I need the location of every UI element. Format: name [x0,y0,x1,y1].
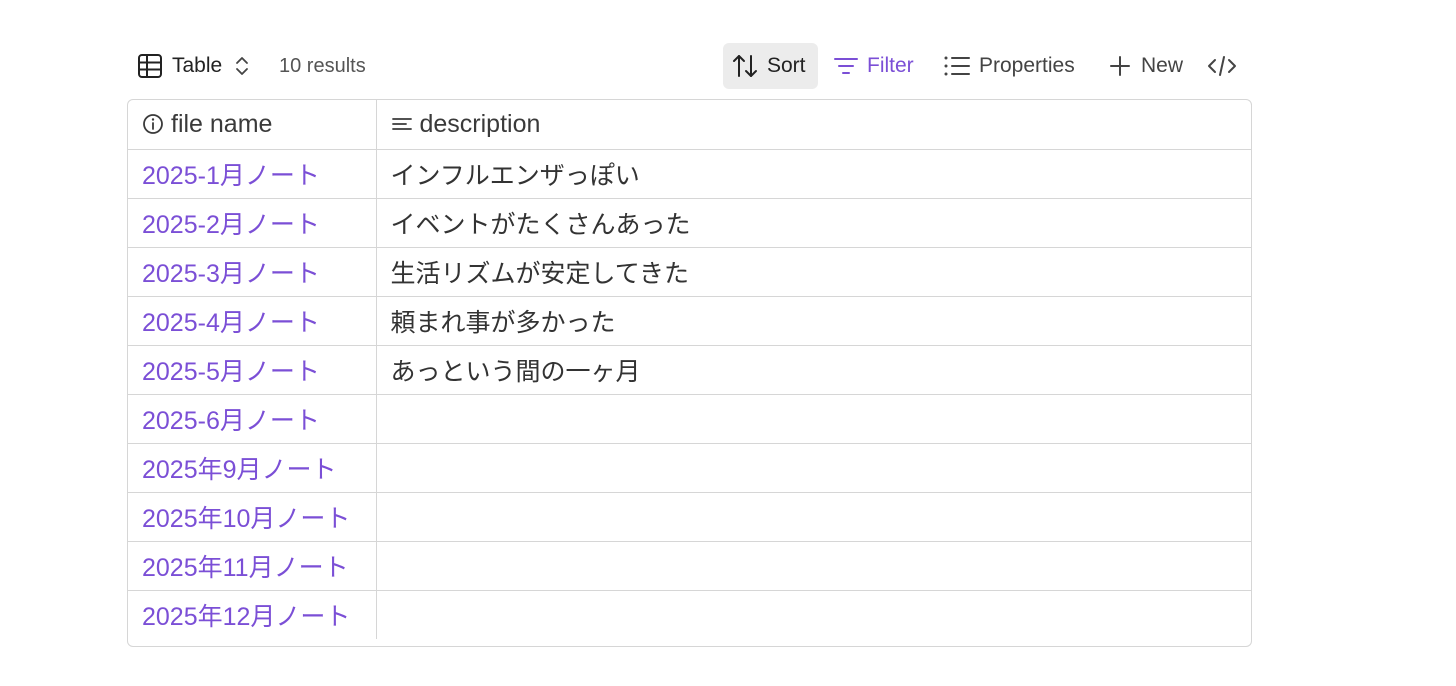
sort-label: Sort [767,54,806,77]
file-name-link[interactable]: 2025-5月ノート [128,345,377,395]
description-cell[interactable]: インフルエンザっぽい [376,149,1251,199]
table-row: 2025-1月ノート インフルエンザっぽい [128,149,1251,199]
filter-button[interactable]: Filter [833,43,914,89]
toolbar: Table 10 results Sort Filter Properties … [127,43,1252,89]
description-cell[interactable] [376,492,1251,542]
table-row: 2025年11月ノート [128,541,1251,591]
list-icon [943,53,971,79]
description-cell[interactable] [376,541,1251,591]
chevron-up-down-icon[interactable] [233,54,251,78]
description-cell[interactable] [376,443,1251,493]
results-table: file name description 2025-1月ノート インフルエンザ… [127,99,1252,647]
results-count: 10 results [279,54,366,77]
table-grid-icon [137,53,163,79]
file-name-link[interactable]: 2025-1月ノート [128,149,377,199]
table-row: 2025年9月ノート [128,443,1251,493]
description-cell[interactable]: イベントがたくさんあった [376,198,1251,248]
table-row: 2025-2月ノート イベントがたくさんあった [128,198,1251,248]
filter-lines-icon [833,53,859,79]
plus-icon [1108,54,1132,78]
description-cell[interactable]: 生活リズムが安定してきた [376,247,1251,297]
table-row: 2025年10月ノート [128,492,1251,542]
text-lines-icon [391,113,413,135]
new-label: New [1141,54,1184,77]
description-cell[interactable]: 頼まれ事が多かった [376,296,1251,346]
filter-label: Filter [867,54,914,77]
view-label: Table [172,54,223,77]
table-row: 2025-5月ノート あっという間の一ヶ月 [128,345,1251,395]
file-name-link[interactable]: 2025年11月ノート [128,541,377,591]
table-row: 2025-4月ノート 頼まれ事が多かった [128,296,1251,346]
file-name-link[interactable]: 2025-2月ノート [128,198,377,248]
embed-code-button[interactable] [1207,43,1237,89]
description-cell[interactable] [376,590,1251,639]
new-button[interactable]: New [1108,43,1183,89]
code-icon [1207,54,1237,78]
properties-button[interactable]: Properties [943,43,1075,89]
description-cell[interactable]: あっという間の一ヶ月 [376,345,1251,395]
properties-label: Properties [979,54,1075,77]
file-name-link[interactable]: 2025年12月ノート [128,590,377,639]
column-header-description[interactable]: description [376,100,1251,150]
table-row: 2025-6月ノート [128,394,1251,444]
table-header-row: file name description [128,100,1251,150]
file-name-link[interactable]: 2025年10月ノート [128,492,377,542]
column-header-label: file name [171,109,273,138]
file-name-link[interactable]: 2025年9月ノート [128,443,377,493]
sort-button[interactable]: Sort [723,43,818,89]
file-name-link[interactable]: 2025-4月ノート [128,296,377,346]
info-circle-icon [142,113,164,135]
file-name-link[interactable]: 2025-3月ノート [128,247,377,297]
column-header-label: description [419,109,541,138]
table-row: 2025年12月ノート [128,590,1251,639]
table-row: 2025-3月ノート 生活リズムが安定してきた [128,247,1251,297]
view-switcher[interactable]: Table [137,43,251,89]
sort-arrows-icon [731,52,759,80]
description-cell[interactable] [376,394,1251,444]
column-header-file-name[interactable]: file name [128,100,377,150]
file-name-link[interactable]: 2025-6月ノート [128,394,377,444]
